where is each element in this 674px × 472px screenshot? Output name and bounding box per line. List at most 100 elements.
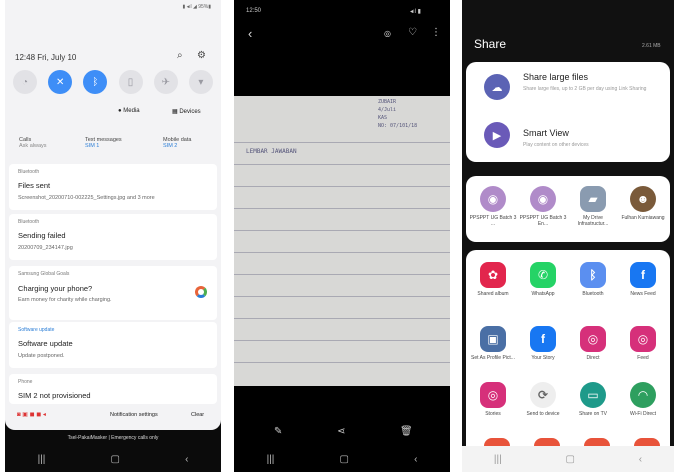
notification-software-update[interactable]: Software update Software update Update p… — [9, 322, 217, 368]
notification-title: Files sent — [18, 181, 51, 190]
sim-data[interactable]: Mobile data SIM 2 — [163, 137, 213, 149]
notification-app: Software update — [18, 327, 55, 333]
nav-bar: ||| ▢ ‹ — [462, 446, 674, 472]
notification-title: Sending failed — [18, 231, 66, 240]
app-label: Bluetooth — [582, 291, 604, 297]
share-large-title[interactable]: Share large files — [523, 72, 588, 82]
instagram-icon: ◎ — [480, 382, 506, 408]
clear-button[interactable]: Clear — [191, 412, 204, 418]
handwriting-line: ZUBAIR — [378, 99, 397, 105]
delete-icon[interactable]: 🗑 — [400, 426, 413, 437]
app-label: Wi-Fi Direct — [629, 411, 657, 417]
smart-view-title[interactable]: Smart View — [523, 128, 569, 138]
quick-settings-screen: ▮ ◂ıl ◢ 95%▮ 12:48 Fri, July 10 ⌕ ⚙ ◔ ✕ … — [5, 0, 221, 472]
devices-label: Devices — [179, 109, 201, 115]
bluetooth-toggle[interactable]: ᛒ — [83, 70, 108, 94]
more-options-icon[interactable]: ⋮ — [431, 27, 441, 38]
app-label: Shared album — [477, 291, 509, 297]
handwriting-line: 4/Juli — [378, 107, 397, 113]
notification-app-icons: ◙ ▣ ◼ ◼ ◂ — [17, 412, 46, 418]
notification-sending-failed[interactable]: Bluetooth Sending failed 20200709_234147… — [9, 214, 217, 260]
app-item[interactable]: ▭ Share on TV — [568, 382, 618, 417]
recents-icon[interactable]: ||| — [494, 454, 502, 465]
share-large-sub: Share large files, up to 2 GB per day us… — [523, 86, 647, 92]
storage-label: 2.61 MB — [642, 43, 661, 49]
contact-item[interactable]: ◉ PPSPPT UG Batch 3 ... — [468, 186, 518, 227]
notification-app: Bluetooth — [18, 219, 40, 225]
direct-share-card: ◉ PPSPPT UG Batch 3 ... ◉ PPSPPT UG Batc… — [466, 176, 670, 242]
handwriting-header: ZUBAIR 4/Juli KAS NO: 07/101/18 — [378, 98, 417, 130]
home-icon[interactable]: ▢ — [339, 454, 348, 465]
back-icon[interactable]: ‹ — [248, 26, 252, 41]
notification-app: Phone — [18, 379, 33, 385]
app-item[interactable]: ✿ Shared album — [468, 262, 518, 297]
share-icon[interactable]: ⋖ — [337, 426, 345, 437]
share-sheet-screen: Share 2.61 MB ☁ Share large files Share … — [462, 0, 674, 472]
recents-icon[interactable]: ||| — [267, 454, 275, 465]
heart-icon[interactable]: ♡ — [408, 27, 417, 38]
search-icon[interactable]: ⌕ — [177, 50, 183, 61]
media-button[interactable]: ● Media — [118, 108, 140, 114]
app-item[interactable]: ▣ Set As Profile Pict... — [468, 326, 518, 361]
app-item[interactable]: ◎ Direct — [568, 326, 618, 361]
smart-view-sub: Play content on other devices — [523, 142, 589, 148]
home-icon[interactable]: ▢ — [110, 454, 119, 465]
sim-text[interactable]: Text messages SIM 1 — [85, 137, 140, 149]
smart-view-icon: ▶ — [484, 122, 510, 148]
gear-icon[interactable]: ⚙ — [197, 50, 206, 61]
back-nav-icon[interactable]: ‹ — [414, 454, 417, 465]
edit-icon[interactable]: ✎ — [274, 426, 282, 437]
notification-phone[interactable]: Phone SIM 2 not provisioned — [9, 374, 217, 404]
sim-calls[interactable]: Calls Ask always — [19, 137, 64, 149]
flashlight-toggle[interactable]: ▾ — [188, 70, 213, 94]
back-icon[interactable]: ‹ — [185, 454, 188, 465]
notification-global-goals[interactable]: Samsung Global Goals Charging your phone… — [9, 266, 217, 320]
app-item[interactable]: ◠ Wi-Fi Direct — [618, 382, 668, 417]
folder-icon: ▰ — [580, 186, 606, 212]
app-label: WhatsApp — [531, 291, 555, 297]
notification-files-sent[interactable]: Bluetooth Files sent Screenshot_20200710… — [9, 164, 217, 210]
sync-icon: ⟳ — [530, 382, 556, 408]
contact-label: Fulhan Kurniawang — [621, 215, 665, 221]
contact-item[interactable]: ▰ My Drive Infrastructur... — [568, 186, 618, 227]
app-label: Feed — [637, 355, 649, 361]
home-icon[interactable]: ▢ — [565, 454, 574, 465]
devices-button[interactable]: ▦ Devices — [172, 108, 201, 115]
notification-text: 20200709_234147.jpg — [18, 245, 73, 251]
airplane-toggle[interactable]: ✈ — [153, 70, 178, 94]
sound-toggle[interactable]: ✕ — [48, 70, 73, 94]
app-item[interactable]: f News Feed — [618, 262, 668, 297]
shared-album-icon: ✿ — [480, 262, 506, 288]
app-label: Set As Profile Pict... — [471, 355, 515, 361]
back-icon[interactable]: ‹ — [639, 454, 642, 465]
contact-item[interactable]: ☻ Fulhan Kurniawang — [618, 186, 668, 221]
instagram-icon: ◎ — [580, 326, 606, 352]
cloud-upload-icon: ☁ — [484, 74, 510, 100]
app-label: Share on TV — [579, 411, 607, 417]
contact-item[interactable]: ◉ PPSPPT UG Batch 3 En... — [518, 186, 568, 227]
app-label: Your Story — [531, 355, 555, 361]
wifi-toggle[interactable]: ◔ — [13, 70, 37, 94]
notification-text: Update postponed. — [18, 353, 65, 359]
app-item[interactable]: ✆ WhatsApp — [518, 262, 568, 297]
notification-panel: ▮ ◂ıl ◢ 95%▮ 12:48 Fri, July 10 ⌕ ⚙ ◔ ✕ … — [5, 0, 221, 430]
app-item[interactable]: ◎ Stories — [468, 382, 518, 417]
contact-label: My Drive Infrastructur... — [577, 215, 609, 227]
rotation-toggle[interactable]: ▯ — [118, 70, 143, 94]
notification-text: Screenshot_20200710-002225_Settings.jpg … — [18, 195, 155, 201]
app-item[interactable]: ◎ Feed — [618, 326, 668, 361]
app-item[interactable]: ᛒ Bluetooth — [568, 262, 618, 297]
recents-icon[interactable]: ||| — [38, 454, 46, 465]
notification-settings-button[interactable]: Notification settings — [110, 412, 158, 418]
carrier-text: Tsel-PakaiMasker | Emergency calls only — [67, 435, 159, 441]
bixby-vision-icon[interactable]: ◎ — [384, 29, 391, 38]
apps-card: ✿ Shared album ✆ WhatsApp ᛒ Bluetooth f News… — [466, 250, 670, 460]
app-item[interactable]: ⟳ Send to device — [518, 382, 568, 417]
photo-image: ZUBAIR 4/Juli KAS NO: 07/101/18 LEMBAR J… — [234, 96, 450, 386]
notification-app: Samsung Global Goals — [18, 271, 70, 277]
notification-title: Software update — [18, 339, 73, 348]
app-item[interactable]: f Your Story — [518, 326, 568, 361]
app-label: Stories — [485, 411, 501, 417]
share-options-card: ☁ Share large files Share large files, u… — [466, 62, 670, 162]
notification-app: Bluetooth — [18, 169, 40, 175]
